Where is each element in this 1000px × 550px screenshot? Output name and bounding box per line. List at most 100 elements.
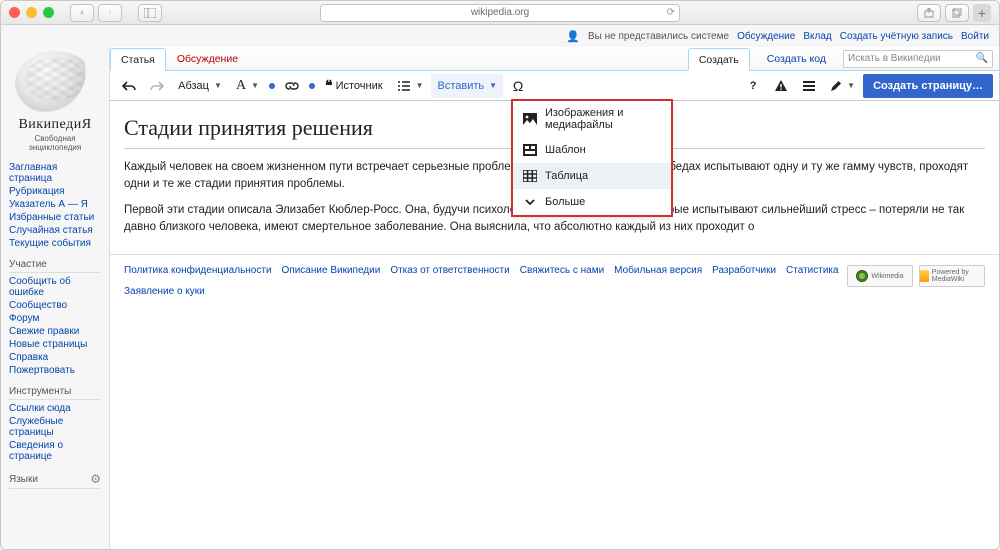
- gear-icon[interactable]: ⚙: [90, 472, 101, 486]
- user-icon: 👤: [566, 30, 580, 43]
- sidebar-head-lang: Языки ⚙: [9, 472, 101, 489]
- sidebar-item-recent[interactable]: Свежие правки: [9, 326, 79, 337]
- sidebar-item-main[interactable]: Заглавная страница: [9, 162, 57, 184]
- footer-link-contact[interactable]: Свяжитесь с нами: [520, 265, 604, 276]
- wikimedia-icon: [856, 270, 868, 282]
- forward-button[interactable]: ›: [98, 4, 122, 22]
- page-options-button[interactable]: [796, 74, 822, 98]
- tab-discussion-label: Обсуждение: [177, 53, 238, 65]
- tab-article[interactable]: Статья: [110, 48, 166, 71]
- template-icon: [523, 143, 537, 157]
- sidebar-item-featured[interactable]: Избранные статьи: [9, 212, 94, 223]
- quote-icon: ❝: [325, 77, 333, 94]
- sidebar-item-help[interactable]: Справка: [9, 352, 48, 363]
- sidebar-toggle-button[interactable]: [138, 4, 162, 22]
- mediawiki-badge[interactable]: Powered by MediaWiki: [919, 265, 985, 287]
- sidebar-item-community[interactable]: Сообщество: [9, 300, 67, 311]
- footer-links: Политика конфиденциальности Описание Вик…: [124, 265, 847, 297]
- chevron-down-icon: [523, 195, 537, 209]
- edit-mode-dropdown[interactable]: ▼: [824, 74, 861, 98]
- notices-button[interactable]: [768, 74, 794, 98]
- help-button[interactable]: ?: [740, 74, 766, 98]
- tabs-button[interactable]: [945, 4, 969, 22]
- sidebar-participate-list: Сообщить об ошибке Сообщество Форум Свеж…: [9, 276, 101, 376]
- search-icon[interactable]: 🔍: [976, 53, 988, 64]
- link-button[interactable]: [279, 74, 305, 98]
- cite-button[interactable]: ❝Источник: [319, 74, 389, 98]
- omega-icon: Ω: [513, 78, 523, 94]
- sidebar-item-special[interactable]: Служебные страницы: [9, 416, 63, 438]
- sidebar-lang-label: Языки: [9, 474, 38, 485]
- paragraph-label: Абзац: [178, 80, 209, 92]
- special-char-button[interactable]: Ω: [505, 74, 531, 98]
- meta-create-account-link[interactable]: Создать учётную запись: [840, 31, 953, 42]
- meta-discussion-link[interactable]: Обсуждение: [737, 31, 795, 42]
- sidebar-item-newpages[interactable]: Новые страницы: [9, 339, 87, 350]
- sidebar-item-categories[interactable]: Рубрикация: [9, 186, 65, 197]
- close-window-icon[interactable]: [9, 7, 20, 18]
- mediawiki-label: Powered by MediaWiki: [932, 269, 984, 283]
- minimize-window-icon[interactable]: [26, 7, 37, 18]
- search-placeholder: Искать в Википедии: [848, 53, 941, 64]
- list-dropdown[interactable]: ▼: [391, 74, 430, 98]
- sidebar-item-donate[interactable]: Пожертвовать: [9, 365, 75, 376]
- sidebar-item-events[interactable]: Текущие события: [9, 238, 91, 249]
- footer-link-mobile[interactable]: Мобильная версия: [614, 265, 702, 276]
- share-button[interactable]: [917, 4, 941, 22]
- sidebar-item-forum[interactable]: Форум: [9, 313, 39, 324]
- sidebar-item-report[interactable]: Сообщить об ошибке: [9, 276, 71, 298]
- back-button[interactable]: ‹: [70, 4, 94, 22]
- address-bar[interactable]: wikipedia.org ⟳: [320, 4, 680, 22]
- traffic-lights: [9, 7, 54, 18]
- footer-link-privacy[interactable]: Политика конфиденциальности: [124, 265, 272, 276]
- publish-button[interactable]: Создать страницу…: [863, 74, 993, 98]
- dd-item-table[interactable]: Таблица: [513, 163, 671, 189]
- page-footer: Политика конфиденциальности Описание Вик…: [110, 254, 999, 307]
- sidebar-item-index[interactable]: Указатель А — Я: [9, 199, 88, 210]
- meta-contribs-link[interactable]: Вклад: [803, 31, 831, 42]
- redo-button[interactable]: [144, 74, 170, 98]
- toolbar-dot: [309, 83, 315, 89]
- footer-link-stats[interactable]: Статистика: [786, 265, 839, 276]
- dd-table-label: Таблица: [545, 170, 588, 182]
- sidebar-head-tools: Инструменты: [9, 386, 101, 400]
- dd-more-label: Больше: [545, 196, 585, 208]
- sidebar-nav-list: Заглавная страница Рубрикация Указатель …: [9, 162, 101, 249]
- footer-link-disclaimer[interactable]: Отказ от ответственности: [390, 265, 509, 276]
- footer-link-about[interactable]: Описание Википедии: [282, 265, 381, 276]
- dd-item-more[interactable]: Больше: [513, 189, 671, 215]
- dd-item-media[interactable]: Изображения и медиафайлы: [513, 101, 671, 137]
- reload-icon[interactable]: ⟳: [667, 7, 675, 18]
- mac-titlebar: ‹ › wikipedia.org ⟳ +: [1, 1, 999, 25]
- new-tab-button[interactable]: +: [973, 4, 991, 22]
- footer-link-devs[interactable]: Разработчики: [712, 265, 776, 276]
- search-input[interactable]: Искать в Википедии 🔍: [843, 50, 993, 68]
- undo-button[interactable]: [116, 74, 142, 98]
- sidebar-item-pageinfo[interactable]: Сведения о странице: [9, 440, 63, 462]
- wikipedia-logo[interactable]: ВикипедиЯ Свободная энциклопедия: [9, 51, 101, 152]
- image-icon: [523, 112, 537, 126]
- text-style-dropdown[interactable]: A▼: [230, 74, 265, 98]
- format-letter-label: A: [236, 78, 246, 94]
- tab-create[interactable]: Создать: [688, 48, 750, 71]
- sidebar-head-participate: Участие: [9, 259, 101, 273]
- sidebar-item-random[interactable]: Случайная статья: [9, 225, 93, 236]
- page-tabs: Статья Обсуждение Создать Создать код Ис…: [110, 47, 999, 71]
- sidebar-item-linkshere[interactable]: Ссылки сюда: [9, 403, 71, 414]
- logo-tagline: Свободная энциклопедия: [9, 134, 101, 152]
- publish-label: Создать страницу…: [873, 80, 983, 92]
- tab-discussion[interactable]: Обсуждение: [166, 47, 249, 70]
- mediawiki-icon: [920, 270, 929, 282]
- dd-item-template[interactable]: Шаблон: [513, 137, 671, 163]
- maximize-window-icon[interactable]: [43, 7, 54, 18]
- wikimedia-badge[interactable]: Wikimedia: [847, 265, 913, 287]
- sidebar-tools-list: Ссылки сюда Служебные страницы Сведения …: [9, 403, 101, 462]
- tab-create-code[interactable]: Создать код: [756, 47, 837, 70]
- paragraph-dropdown[interactable]: Абзац▼: [172, 74, 228, 98]
- meta-login-link[interactable]: Войти: [961, 31, 989, 42]
- footer-link-cookies[interactable]: Заявление о куки: [124, 286, 205, 297]
- source-label: Источник: [336, 80, 383, 92]
- browser-window: ‹ › wikipedia.org ⟳ + 👤 Вы н: [0, 0, 1000, 550]
- tab-create-label: Создать: [699, 54, 739, 66]
- insert-dropdown[interactable]: Вставить▼: [431, 74, 503, 98]
